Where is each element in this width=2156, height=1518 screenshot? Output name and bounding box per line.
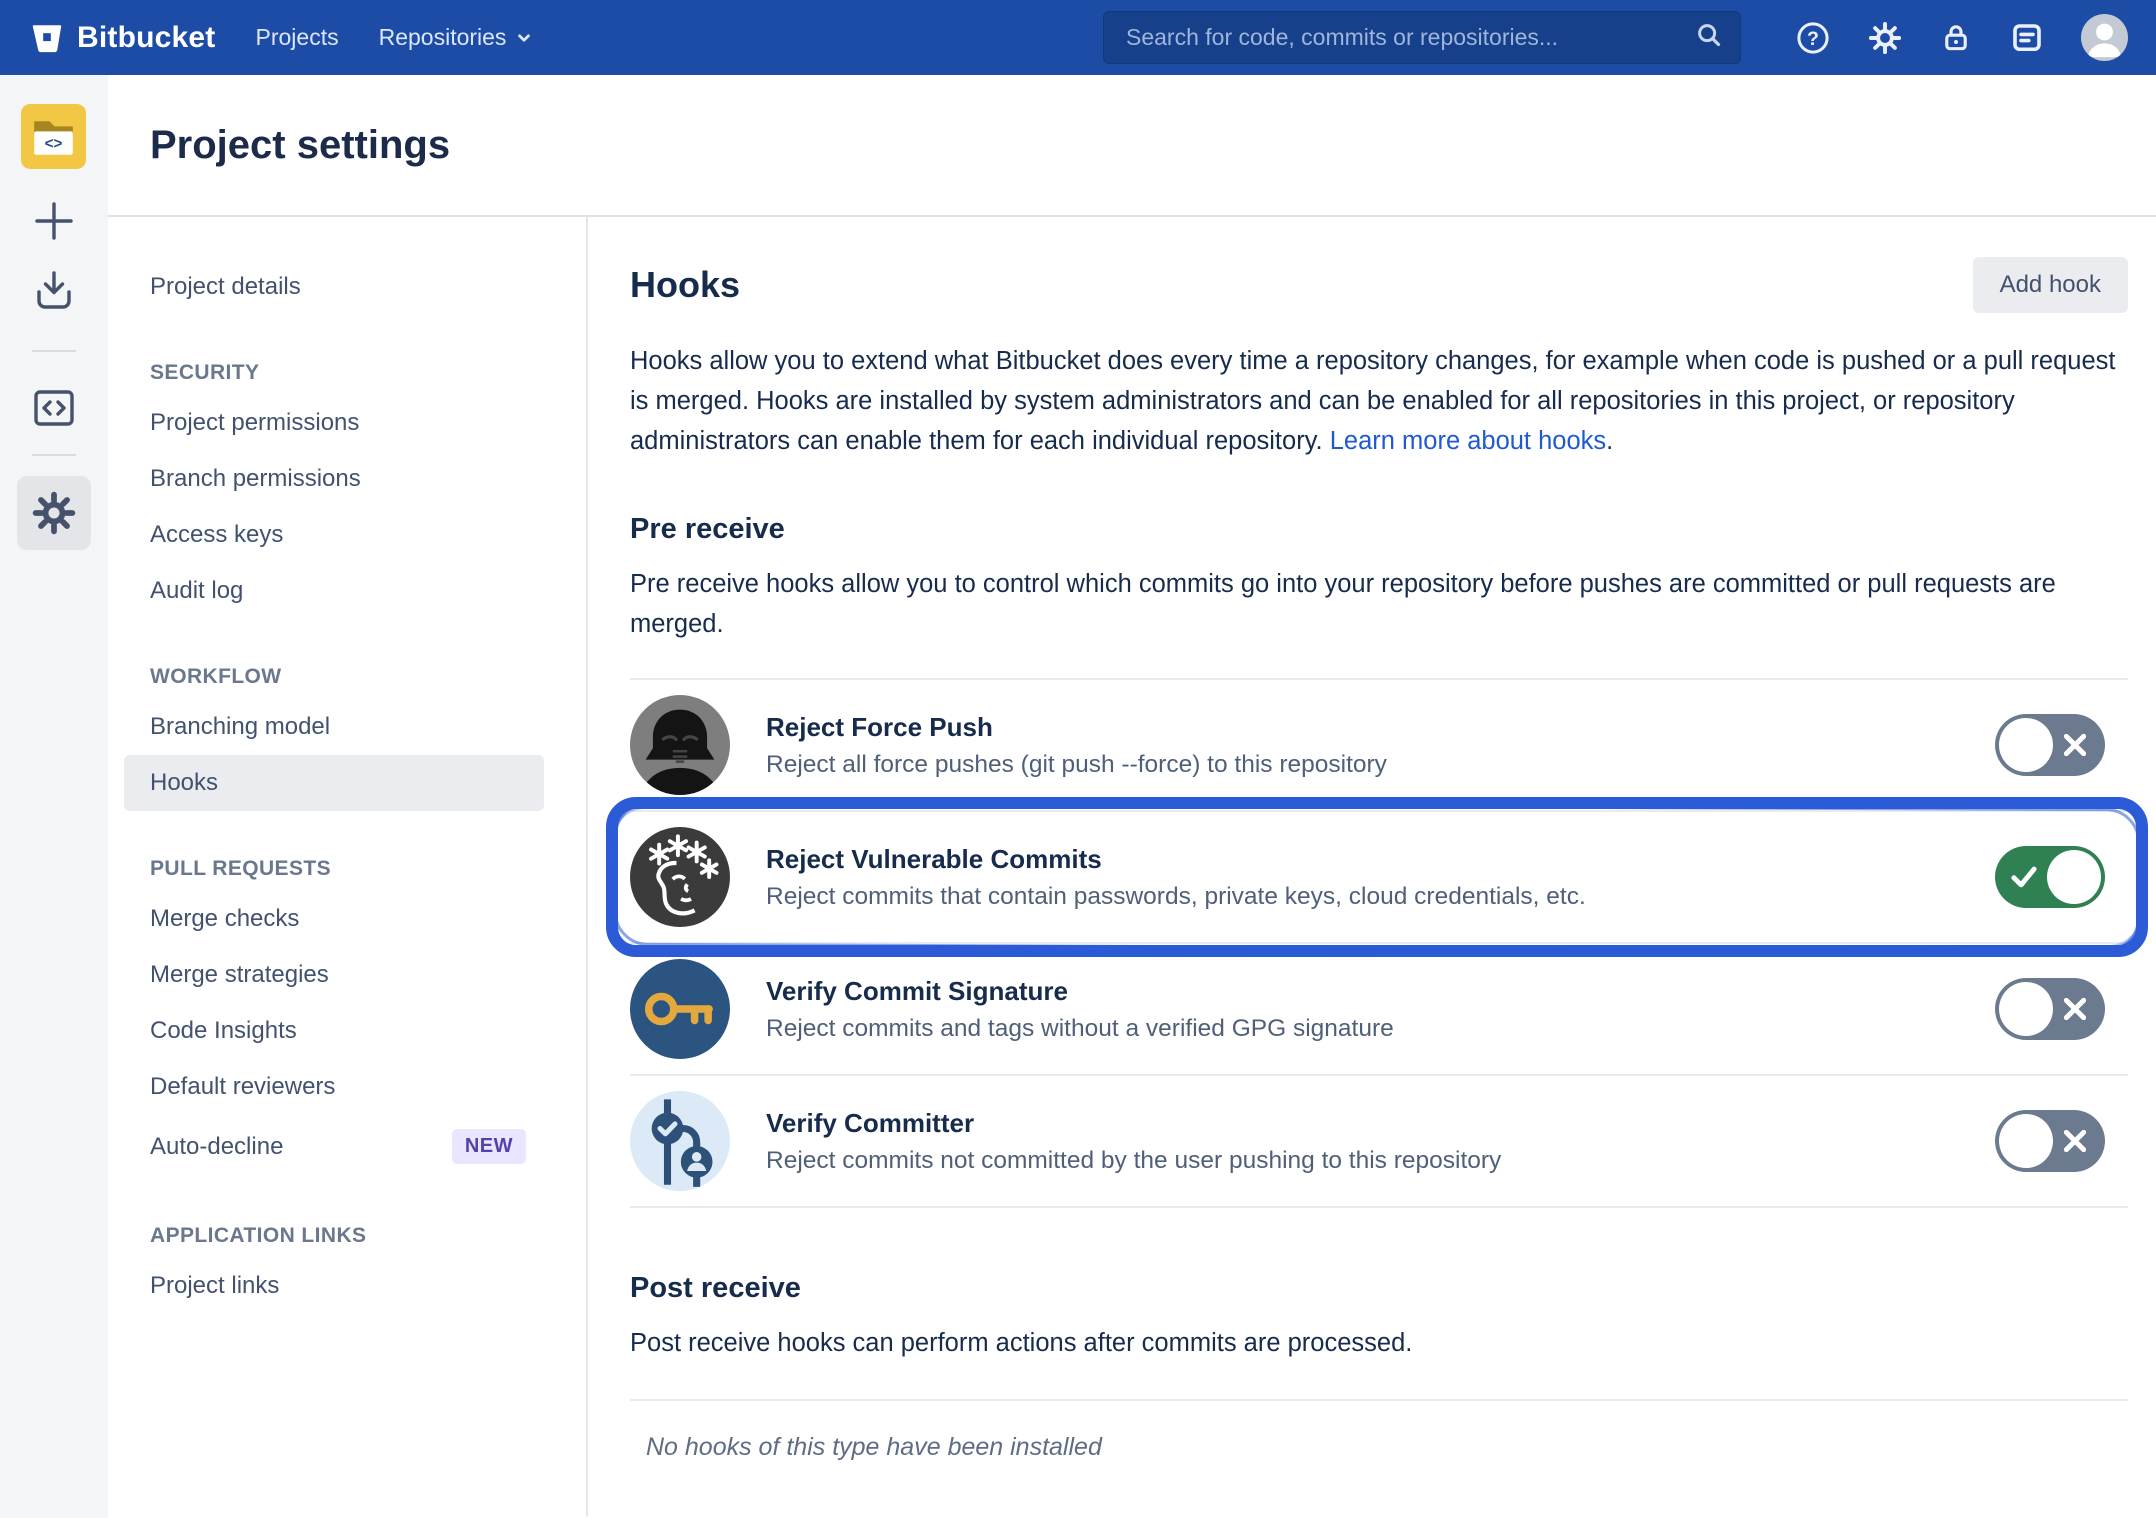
intro-suffix: . (1606, 427, 1613, 455)
svg-text:?: ? (1807, 27, 1819, 49)
top-navbar: Bitbucket Projects Repositories ? (0, 0, 2156, 75)
settings-nav-group-pull-requests: PULL REQUESTS Merge checks Merge strateg… (150, 857, 566, 1178)
sidebar-item-auto-decline[interactable]: Auto-decline NEW (150, 1115, 566, 1178)
post-receive-title: Post receive (630, 1272, 2128, 1305)
rail-divider (32, 350, 76, 352)
learn-more-link[interactable]: Learn more about hooks (1330, 427, 1606, 455)
group-header-application-links: APPLICATION LINKS (150, 1224, 566, 1248)
settings-nav: Project details SECURITY Project permiss… (108, 217, 588, 1516)
hook-toggle[interactable] (1995, 846, 2105, 908)
post-receive-empty-message: No hooks of this type have been installe… (630, 1433, 2128, 1462)
sidebar-item-project-links[interactable]: Project links (150, 1258, 566, 1314)
auto-decline-label: Auto-decline (150, 1133, 283, 1161)
settings-nav-group-workflow: WORKFLOW Branching model Hooks (150, 665, 566, 811)
rail-divider (32, 454, 76, 456)
nav-item-projects[interactable]: Projects (256, 24, 339, 51)
post-receive-description: Post receive hooks can perform actions a… (630, 1323, 2128, 1363)
gold-key-avatar (630, 959, 730, 1059)
sidebar-item-merge-checks[interactable]: Merge checks (150, 891, 566, 947)
nav-item-repositories[interactable]: Repositories (379, 24, 534, 51)
pre-receive-description: Pre receive hooks allow you to control w… (630, 564, 2128, 644)
search-icon[interactable] (1694, 20, 1724, 55)
hook-toggle[interactable] (1995, 714, 2105, 776)
sidebar-item-branching-model[interactable]: Branching model (150, 699, 566, 755)
sidebar-item-hooks[interactable]: Hooks (124, 755, 544, 811)
hooks-content: Hooks Add hook Hooks allow you to extend… (588, 217, 2156, 1516)
commit-graph-user-avatar (630, 1091, 730, 1191)
hook-description: Reject commits not committed by the user… (766, 1147, 1501, 1175)
sidebar-item-project-details[interactable]: Project details (150, 259, 566, 315)
sidebar-item-access-keys[interactable]: Access keys (150, 507, 566, 563)
brand-name: Bitbucket (77, 21, 216, 55)
app-rail: <> (0, 75, 108, 1518)
sidebar-item-code-insights[interactable]: Code Insights (150, 1003, 566, 1059)
feedback-icon[interactable] (2009, 20, 2045, 56)
hook-description: Reject commits and tags without a verifi… (766, 1015, 1394, 1043)
hook-row-verify-committer: Verify Committer Reject commits not comm… (630, 1074, 2128, 1206)
hook-toggle[interactable] (1995, 978, 2105, 1040)
group-header-workflow: WORKFLOW (150, 665, 566, 689)
settings-nav-group-security: SECURITY Project permissions Branch perm… (150, 361, 566, 619)
sidebar-item-merge-strategies[interactable]: Merge strategies (150, 947, 566, 1003)
hook-name: Verify Commit Signature (766, 976, 1394, 1007)
svg-text:<>: <> (45, 136, 63, 153)
lock-icon[interactable] (1939, 21, 1973, 55)
hook-row-reject-force-push: Reject Force Push Reject all force pushe… (630, 678, 2128, 810)
hooks-intro: Hooks allow you to extend what Bitbucket… (630, 341, 2128, 461)
chevron-down-icon (515, 29, 533, 47)
sidebar-item-audit-log[interactable]: Audit log (150, 563, 566, 619)
hook-description: Reject all force pushes (git push --forc… (766, 751, 1387, 779)
bitbucket-brand[interactable]: Bitbucket (30, 21, 216, 55)
post-receive-section: Post receive Post receive hooks can perf… (630, 1272, 2128, 1462)
global-search (1103, 11, 1741, 64)
hook-name: Reject Vulnerable Commits (766, 844, 1586, 875)
pre-receive-hook-list: Reject Force Push Reject all force pushe… (630, 678, 2128, 1208)
bitbucket-logo-icon (30, 21, 64, 55)
create-icon[interactable] (30, 197, 78, 250)
hook-row-verify-commit-signature: Verify Commit Signature Reject commits a… (630, 942, 2128, 1074)
hooks-title: Hooks (630, 264, 740, 306)
project-avatar[interactable]: <> (21, 104, 86, 169)
code-icon[interactable] (30, 384, 78, 437)
sidebar-item-project-permissions[interactable]: Project permissions (150, 395, 566, 451)
toggle-knob (1999, 718, 2053, 772)
sidebar-item-default-reviewers[interactable]: Default reviewers (150, 1059, 566, 1115)
toggle-knob (1999, 982, 2053, 1036)
settings-icon[interactable] (1867, 20, 1903, 56)
toggle-knob (2047, 850, 2101, 904)
user-avatar[interactable] (2081, 14, 2128, 61)
settings-nav-group-application-links: APPLICATION LINKS Project links (150, 1224, 566, 1314)
hook-row-reject-vulnerable-commits: Reject Vulnerable Commits Reject commits… (630, 810, 2128, 942)
clone-icon[interactable] (30, 268, 78, 321)
hook-name: Verify Committer (766, 1108, 1501, 1139)
group-header-security: SECURITY (150, 361, 566, 385)
search-input[interactable] (1124, 23, 1694, 52)
group-header-pull-requests: PULL REQUESTS (150, 857, 566, 881)
rail-settings-gear[interactable] (17, 476, 91, 550)
sidebar-item-branch-permissions[interactable]: Branch permissions (150, 451, 566, 507)
hook-description: Reject commits that contain passwords, p… (766, 883, 1586, 911)
mind-blown-face-avatar (630, 827, 730, 927)
navbar-actions: ? (1795, 14, 2128, 61)
post-receive-divider (630, 1399, 2128, 1401)
page-header: Project settings (108, 75, 2156, 217)
hook-toggle[interactable] (1995, 1110, 2105, 1172)
main-area: Project details SECURITY Project permiss… (108, 217, 2156, 1516)
darth-vader-avatar (630, 695, 730, 795)
new-badge: NEW (452, 1129, 526, 1164)
add-hook-button[interactable]: Add hook (1973, 257, 2128, 313)
pre-receive-title: Pre receive (630, 513, 2128, 546)
page-title: Project settings (150, 123, 450, 168)
toggle-knob (1999, 1114, 2053, 1168)
help-icon[interactable]: ? (1795, 20, 1831, 56)
hook-name: Reject Force Push (766, 712, 1387, 743)
